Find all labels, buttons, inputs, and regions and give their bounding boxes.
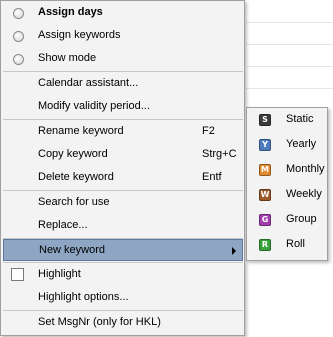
submenu-item-group[interactable]: G Group [249,209,325,231]
submenu-item-label: Roll [286,238,305,250]
menu-item-new-keyword[interactable]: New keyword [3,239,243,261]
menu-separator [3,190,243,191]
submenu-item-label: Monthly [286,163,325,175]
submenu-item-label: Static [286,113,314,125]
menu-item-label: Highlight [38,268,81,280]
menu-item-set-msgnr[interactable]: Set MsgNr (only for HKL) [3,312,243,334]
background-divider [246,66,333,67]
menu-separator [3,119,243,120]
radio-icon [13,54,24,65]
submenu-item-monthly[interactable]: M Monthly [249,159,325,181]
menu-item-label: Replace... [38,219,88,231]
menu-item-label: Assign keywords [38,29,121,41]
menu-item-calendar-assistant[interactable]: Calendar assistant... [3,73,243,95]
menu-item-label: Delete keyword [38,171,114,183]
menu-item-delete-keyword[interactable]: Delete keyword Entf [3,167,243,189]
roll-keyword-icon: R [259,239,271,251]
submenu-item-label: Weekly [286,188,322,200]
static-keyword-icon: S [259,114,271,126]
menu-item-label: Rename keyword [38,125,124,137]
monthly-keyword-icon: M [259,164,271,176]
menu-item-label: Set MsgNr (only for HKL) [38,316,161,328]
menu-item-label: Calendar assistant... [38,77,139,89]
menu-item-label: Copy keyword [38,148,108,160]
menu-item-highlight-options[interactable]: Highlight options... [3,287,243,309]
background-divider [246,88,333,89]
background-divider [246,22,333,23]
menu-item-assign-days[interactable]: Assign days [3,2,243,24]
checkbox-icon[interactable] [11,268,24,281]
menu-item-label: Assign days [38,6,103,18]
menu-item-modify-validity[interactable]: Modify validity period... [3,96,243,118]
menu-separator [3,71,243,72]
menu-item-rename-keyword[interactable]: Rename keyword F2 [3,121,243,143]
menu-item-copy-keyword[interactable]: Copy keyword Strg+C [3,144,243,166]
menu-item-label: Show mode [38,52,97,64]
shortcut-label: Entf [202,171,222,183]
context-menu: Assign days Assign keywords Show mode Ca… [0,0,245,336]
submenu-item-label: Group [286,213,317,225]
menu-item-label: New keyword [39,244,106,256]
menu-separator [3,310,243,311]
submenu-item-weekly[interactable]: W Weekly [249,184,325,206]
menu-item-label: Highlight options... [38,291,129,303]
submenu-item-label: Yearly [286,138,317,150]
menu-separator [3,262,243,263]
background-divider [246,44,333,45]
menu-item-label: Modify validity period... [38,100,150,112]
submenu-item-yearly[interactable]: Y Yearly [249,134,325,156]
submenu-item-static[interactable]: S Static [249,109,325,131]
shortcut-label: F2 [202,125,215,137]
submenu-item-roll[interactable]: R Roll [249,234,325,256]
menu-item-replace[interactable]: Replace... [3,215,243,237]
menu-item-search-for-use[interactable]: Search for use [3,192,243,214]
menu-item-show-mode[interactable]: Show mode [3,48,243,70]
shortcut-label: Strg+C [202,148,237,160]
radio-icon [13,31,24,42]
menu-item-label: Search for use [38,196,110,208]
new-keyword-submenu: S Static Y Yearly M Monthly W Weekly G G… [246,107,328,261]
radio-icon [13,8,24,19]
yearly-keyword-icon: Y [259,139,271,151]
submenu-arrow-icon [232,247,236,255]
group-keyword-icon: G [259,214,271,226]
menu-item-highlight[interactable]: Highlight [3,264,243,286]
menu-item-assign-keywords[interactable]: Assign keywords [3,25,243,47]
weekly-keyword-icon: W [259,189,271,201]
